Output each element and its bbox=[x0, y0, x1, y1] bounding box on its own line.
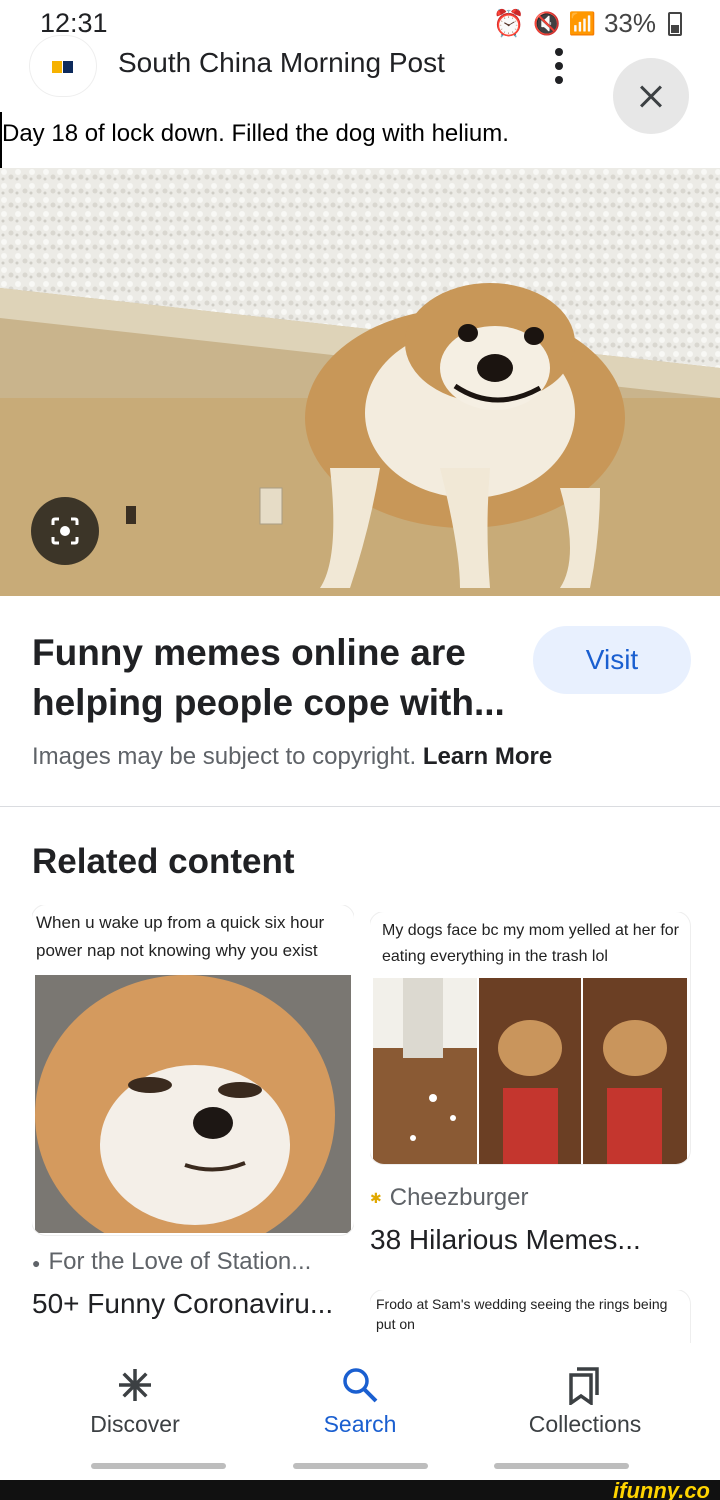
copyright-notice: Images may be subject to copyright. Lear… bbox=[32, 743, 552, 771]
nav-label: Collections bbox=[528, 1411, 642, 1437]
card-image[interactable]: My dogs face bc my mom yelled at her for… bbox=[370, 912, 690, 1164]
lens-icon bbox=[51, 517, 79, 545]
more-options-icon[interactable] bbox=[549, 46, 569, 86]
discover-icon bbox=[119, 1369, 151, 1401]
alarm-icon: ⏰ bbox=[492, 8, 526, 38]
card-title[interactable]: 50+ Funny Coronaviru... bbox=[32, 1288, 333, 1320]
source-logo[interactable] bbox=[30, 36, 96, 96]
collections-icon bbox=[569, 1367, 599, 1405]
dog-trash-image bbox=[373, 978, 687, 1164]
nav-indicator bbox=[293, 1463, 428, 1469]
meme-text: Frodo at Sam's wedding seeing the rings … bbox=[376, 1296, 668, 1332]
site-icon: ● bbox=[32, 1254, 41, 1271]
image-caption: Day 18 of lock down. Filled the dog with… bbox=[2, 120, 509, 147]
result-title[interactable]: Funny memes online are helping people co… bbox=[32, 628, 512, 728]
card-source-label: For the Love of Station... bbox=[48, 1248, 312, 1275]
card-source[interactable]: ✱ Cheezburger bbox=[370, 1184, 528, 1212]
cheezburger-icon: ✱ bbox=[370, 1190, 382, 1207]
nav-label: Discover bbox=[90, 1411, 180, 1437]
copyright-text: Images may be subject to copyright. bbox=[32, 743, 417, 770]
close-button[interactable] bbox=[613, 58, 689, 134]
bottom-navigation: Discover Search Collections bbox=[0, 1343, 720, 1480]
status-bar: 12:31 ⏰ 🔇 📶 33% bbox=[0, 0, 720, 48]
nav-collections[interactable]: Collections bbox=[465, 1343, 705, 1443]
card-title[interactable]: 38 Hilarious Memes... bbox=[370, 1224, 641, 1256]
status-time: 12:31 bbox=[40, 8, 108, 38]
card-image[interactable]: When u wake up from a quick six hour pow… bbox=[32, 905, 354, 1235]
battery-percent: 33% bbox=[603, 8, 656, 38]
card-source-label: Cheezburger bbox=[389, 1184, 529, 1211]
main-image[interactable] bbox=[0, 168, 720, 596]
search-icon bbox=[343, 1368, 378, 1403]
meme-text: When u wake up from a quick six hour pow… bbox=[36, 913, 325, 960]
related-heading: Related content bbox=[32, 842, 295, 881]
card-image[interactable]: Frodo at Sam's wedding seeing the rings … bbox=[370, 1290, 690, 1343]
source-name[interactable]: South China Morning Post bbox=[118, 47, 445, 79]
nav-indicator bbox=[91, 1463, 226, 1469]
related-card[interactable]: My dogs face bc my mom yelled at her for… bbox=[370, 912, 692, 1272]
divider bbox=[0, 806, 720, 807]
wifi-icon: 📶 bbox=[568, 10, 596, 36]
mute-icon: 🔇 bbox=[533, 10, 561, 36]
lens-button[interactable] bbox=[31, 497, 99, 565]
akita-image bbox=[35, 975, 351, 1233]
status-icons: ⏰ 🔇 📶 33% bbox=[493, 8, 682, 39]
meme-text: My dogs face bc my mom yelled at her for… bbox=[382, 922, 679, 965]
watermark-logo: ifunny.co bbox=[613, 1478, 710, 1500]
related-card[interactable]: Frodo at Sam's wedding seeing the rings … bbox=[370, 1290, 692, 1343]
learn-more-link[interactable]: Learn More bbox=[423, 743, 552, 770]
nav-label: Search bbox=[323, 1411, 397, 1437]
battery-icon bbox=[668, 11, 682, 36]
card-source[interactable]: ● For the Love of Station... bbox=[32, 1248, 311, 1276]
visit-button[interactable]: Visit bbox=[533, 626, 691, 694]
related-card[interactable]: When u wake up from a quick six hour pow… bbox=[32, 905, 354, 1343]
nav-search[interactable]: Search bbox=[240, 1343, 480, 1443]
nav-discover[interactable]: Discover bbox=[15, 1343, 255, 1443]
nav-indicator bbox=[494, 1463, 629, 1469]
footer-bar: ifunny.co bbox=[0, 1478, 720, 1500]
